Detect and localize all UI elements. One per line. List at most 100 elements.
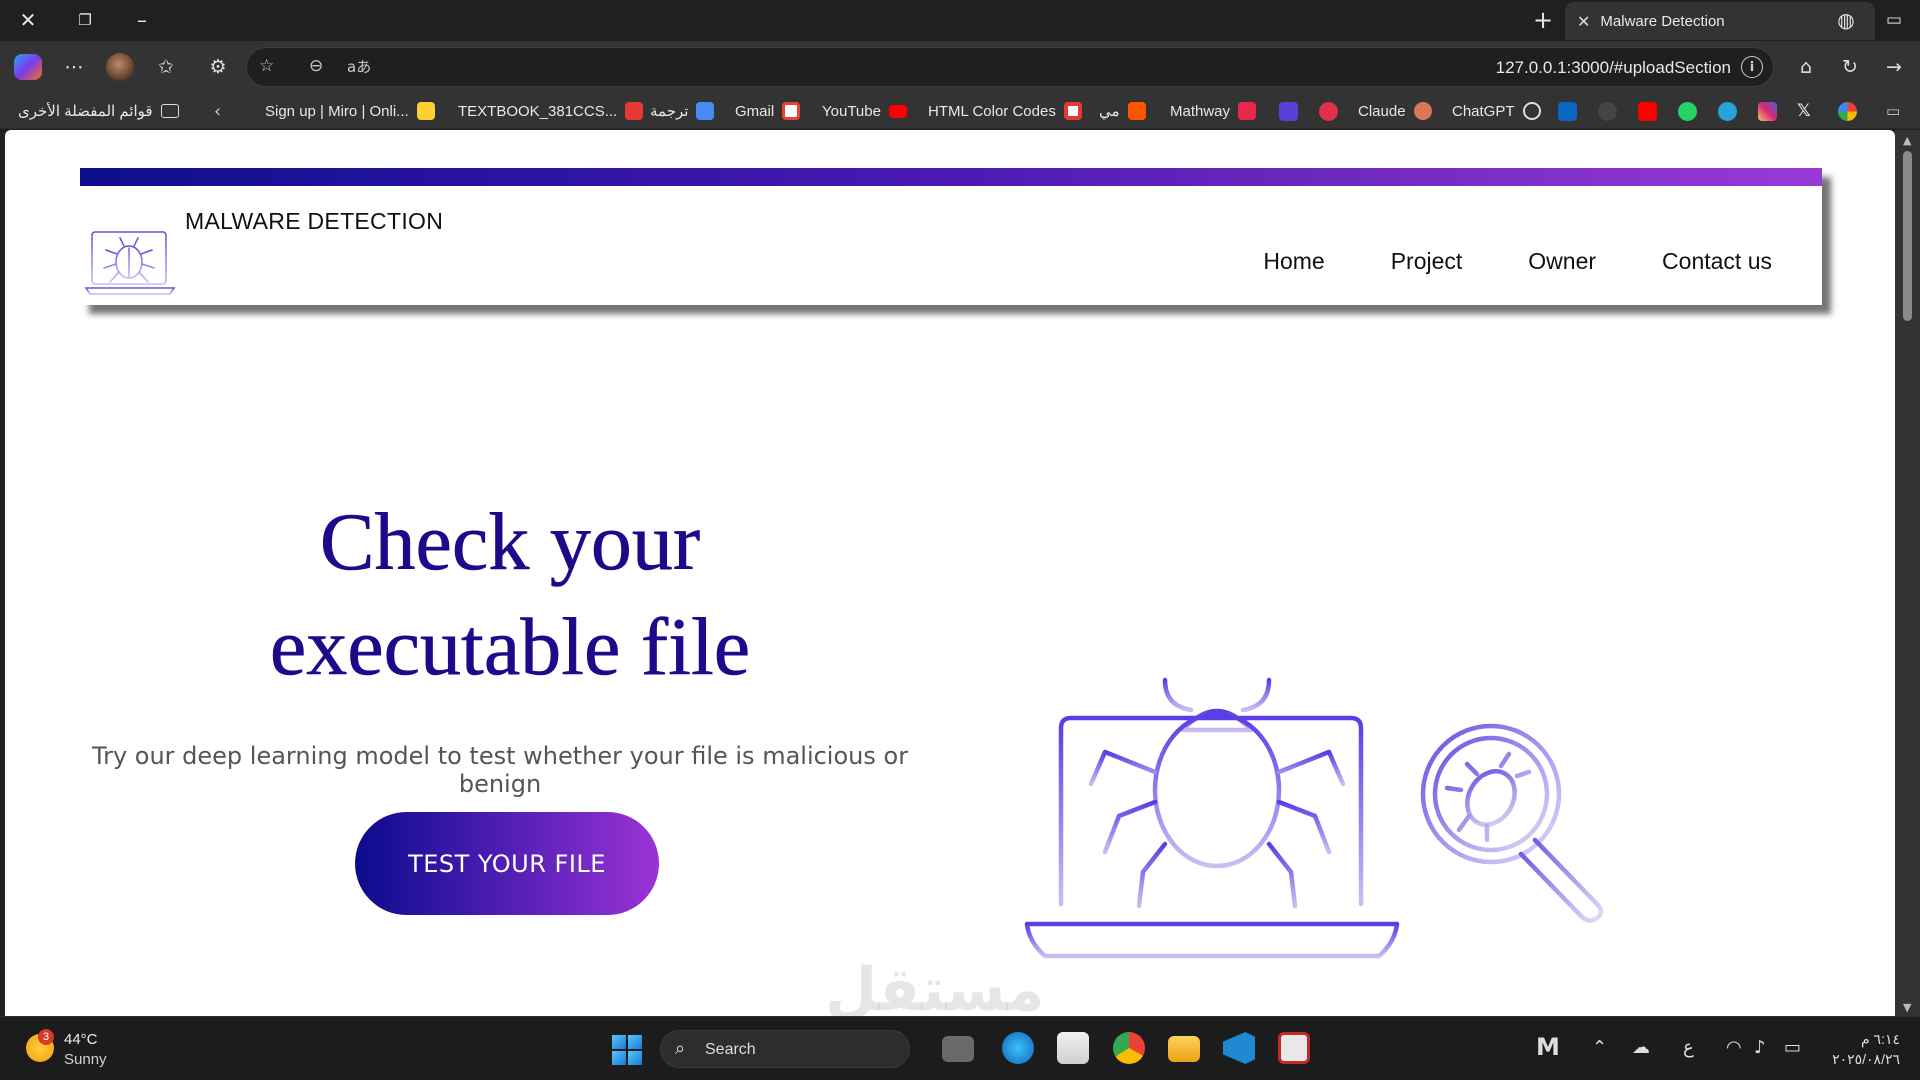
scroll-down-icon[interactable]: ▼	[1903, 1001, 1911, 1014]
browser-tab[interactable]: ✕ Malware Detection	[1565, 2, 1875, 40]
browser-toolbar: ⋯ ✩ ⚙ ☆ ⊖ aあ 127.0.0.1:3000/#uploadSecti…	[0, 41, 1920, 93]
youtube-icon	[888, 104, 907, 118]
scroll-up-icon[interactable]: ▲	[1903, 134, 1911, 147]
mathway-icon	[1238, 102, 1257, 120]
more-icon[interactable]: ⋯	[58, 51, 90, 83]
malware-scan-illustration	[1024, 677, 1604, 959]
close-tab-icon[interactable]: ✕	[1577, 12, 1590, 31]
bookmarks-overflow-icon[interactable]: ▭	[1886, 101, 1900, 121]
bolt-app-icon[interactable]	[1279, 102, 1298, 121]
bookmark-chatgpt[interactable]: ChatGPT	[1452, 101, 1541, 121]
youtube-icon[interactable]	[1638, 102, 1657, 121]
wifi-icon[interactable]: ◠	[1726, 1037, 1742, 1058]
sidebar-icon[interactable]: ▭	[1878, 4, 1910, 36]
snipping-tool-icon[interactable]	[1278, 1032, 1310, 1064]
weather-badge: 3	[38, 1029, 54, 1045]
bookmark-gmail[interactable]: Gmail	[735, 101, 801, 121]
chevron-left-icon[interactable]: ‹	[214, 101, 221, 122]
scrollbar-thumb[interactable]	[1903, 151, 1912, 321]
copilot-icon[interactable]	[12, 51, 44, 83]
page-viewport: MALWARE DETECTION Home Project Owner Con…	[5, 130, 1895, 1016]
profile-avatar[interactable]	[104, 51, 136, 83]
color-codes-icon	[1063, 102, 1082, 120]
refresh-icon[interactable]: ↻	[1834, 51, 1866, 83]
globe-icon[interactable]: ◍	[1830, 4, 1862, 36]
minimize-window-icon[interactable]: –	[126, 4, 158, 36]
file-explorer-icon[interactable]	[1168, 1036, 1200, 1062]
whatsapp-icon[interactable]	[1678, 102, 1697, 121]
edge-icon[interactable]	[1002, 1032, 1034, 1064]
extensions-icon[interactable]: ⚙	[202, 51, 234, 83]
task-view-icon[interactable]	[942, 1036, 974, 1062]
test-your-file-button[interactable]: TEST YOUR FILE	[355, 812, 659, 915]
bookmark-html-color-codes[interactable]: HTML Color Codes	[928, 101, 1082, 121]
onedrive-icon[interactable]: ☁	[1632, 1037, 1650, 1058]
battery-icon[interactable]: ▭	[1784, 1037, 1801, 1058]
weather-description[interactable]: Sunny	[64, 1051, 107, 1068]
soundcloud-icon	[1127, 102, 1146, 120]
read-aloud-icon[interactable]: aあ	[347, 56, 371, 77]
header-gradient-stripe	[80, 168, 1822, 186]
address-bar[interactable]: ☆ ⊖ aあ 127.0.0.1:3000/#uploadSection i	[246, 47, 1774, 87]
chevron-up-icon[interactable]: ⌃	[1592, 1037, 1607, 1058]
favorites-icon[interactable]: ✩	[150, 51, 182, 83]
hero-title: Check your executable file	[135, 490, 885, 700]
chatgpt-icon	[1522, 102, 1541, 120]
hero-title-line2: executable file	[269, 600, 751, 693]
main-nav: Home Project Owner Contact us	[1263, 248, 1772, 275]
clock-time: ٦:١٤ م	[1860, 1031, 1900, 1047]
start-button[interactable]	[612, 1035, 642, 1065]
instagram-icon[interactable]	[1758, 102, 1777, 121]
bookmark-claude[interactable]: Claude	[1358, 101, 1432, 121]
bookmark-youtube[interactable]: YouTube	[822, 101, 907, 121]
nav-home[interactable]: Home	[1263, 248, 1324, 275]
bookmark-other-favorites[interactable]: قوائم المفضلة الأخرى	[18, 101, 179, 121]
nav-owner[interactable]: Owner	[1528, 248, 1596, 275]
gmail-icon	[782, 102, 801, 120]
bookmark-mathway[interactable]: Mathway	[1170, 101, 1257, 121]
miro-icon	[416, 102, 435, 120]
weather-temperature[interactable]: 44°C	[64, 1031, 98, 1048]
search-icon: ⌕	[675, 1038, 686, 1059]
store-icon[interactable]	[1057, 1032, 1089, 1064]
url-text[interactable]: 127.0.0.1:3000/#uploadSection	[1496, 58, 1731, 78]
vscode-icon[interactable]	[1223, 1032, 1255, 1064]
brand-title: MALWARE DETECTION	[185, 208, 444, 234]
nav-contact-us[interactable]: Contact us	[1662, 248, 1772, 275]
linkedin-icon[interactable]	[1558, 102, 1577, 121]
star-icon[interactable]: ☆	[259, 56, 274, 76]
new-tab-icon[interactable]: +	[1527, 4, 1559, 36]
home-icon[interactable]: ⌂	[1790, 51, 1822, 83]
pdf-icon	[625, 102, 644, 120]
bookmarks-bar: قوائم المفضلة الأخرى ‹ Sign up | Miro | …	[0, 93, 1920, 129]
nav-project[interactable]: Project	[1391, 248, 1463, 275]
translate-icon	[696, 102, 715, 120]
bookmark-translate[interactable]: ترجمة	[650, 101, 715, 121]
bookmark-soundcloud[interactable]: مي	[1099, 101, 1146, 121]
page-scrollbar[interactable]: ▲ ▼	[1895, 130, 1920, 1016]
restore-window-icon[interactable]: ❐	[69, 4, 101, 36]
mostaql-watermark: مستقل	[825, 955, 1045, 1016]
close-window-icon[interactable]: ✕	[12, 4, 44, 36]
windows-taskbar: 3 44°C Sunny ⌕ Search M ⌃ ☁ ع ◠ ♪ ▭ ٦:١٤…	[0, 1016, 1920, 1080]
telegram-icon[interactable]	[1718, 102, 1737, 121]
github-icon[interactable]	[1598, 102, 1617, 121]
site-info-icon[interactable]: i	[1741, 56, 1763, 78]
bookmark-textbook[interactable]: TEXTBOOK_381CCS...	[458, 101, 644, 121]
taskbar-search[interactable]: ⌕ Search	[660, 1030, 910, 1068]
bookmark-miro[interactable]: Sign up | Miro | Onli...	[265, 101, 435, 121]
heart-app-icon[interactable]	[1319, 102, 1338, 121]
tracking-prevention-icon[interactable]: ⊖	[309, 56, 323, 76]
forward-icon[interactable]: →	[1878, 51, 1910, 83]
folder-icon	[160, 104, 179, 118]
m-app-icon[interactable]: M	[1536, 1033, 1560, 1061]
chrome-icon[interactable]	[1113, 1032, 1145, 1064]
x-twitter-icon[interactable]: 𝕏	[1797, 101, 1811, 121]
input-language[interactable]: ع	[1683, 1037, 1694, 1058]
google-icon[interactable]	[1838, 102, 1857, 121]
volume-icon[interactable]: ♪	[1754, 1037, 1766, 1058]
clock-date: ٢٠٢٥/٠٨/٢٦	[1832, 1051, 1900, 1067]
browser-title-bar: ✕ ❐ – + ✕ Malware Detection ◍ ▭	[0, 0, 1920, 41]
system-clock[interactable]: ٦:١٤ م ٢٠٢٥/٠٨/٢٦	[1832, 1029, 1900, 1069]
taskbar-search-label: Search	[705, 1041, 756, 1058]
